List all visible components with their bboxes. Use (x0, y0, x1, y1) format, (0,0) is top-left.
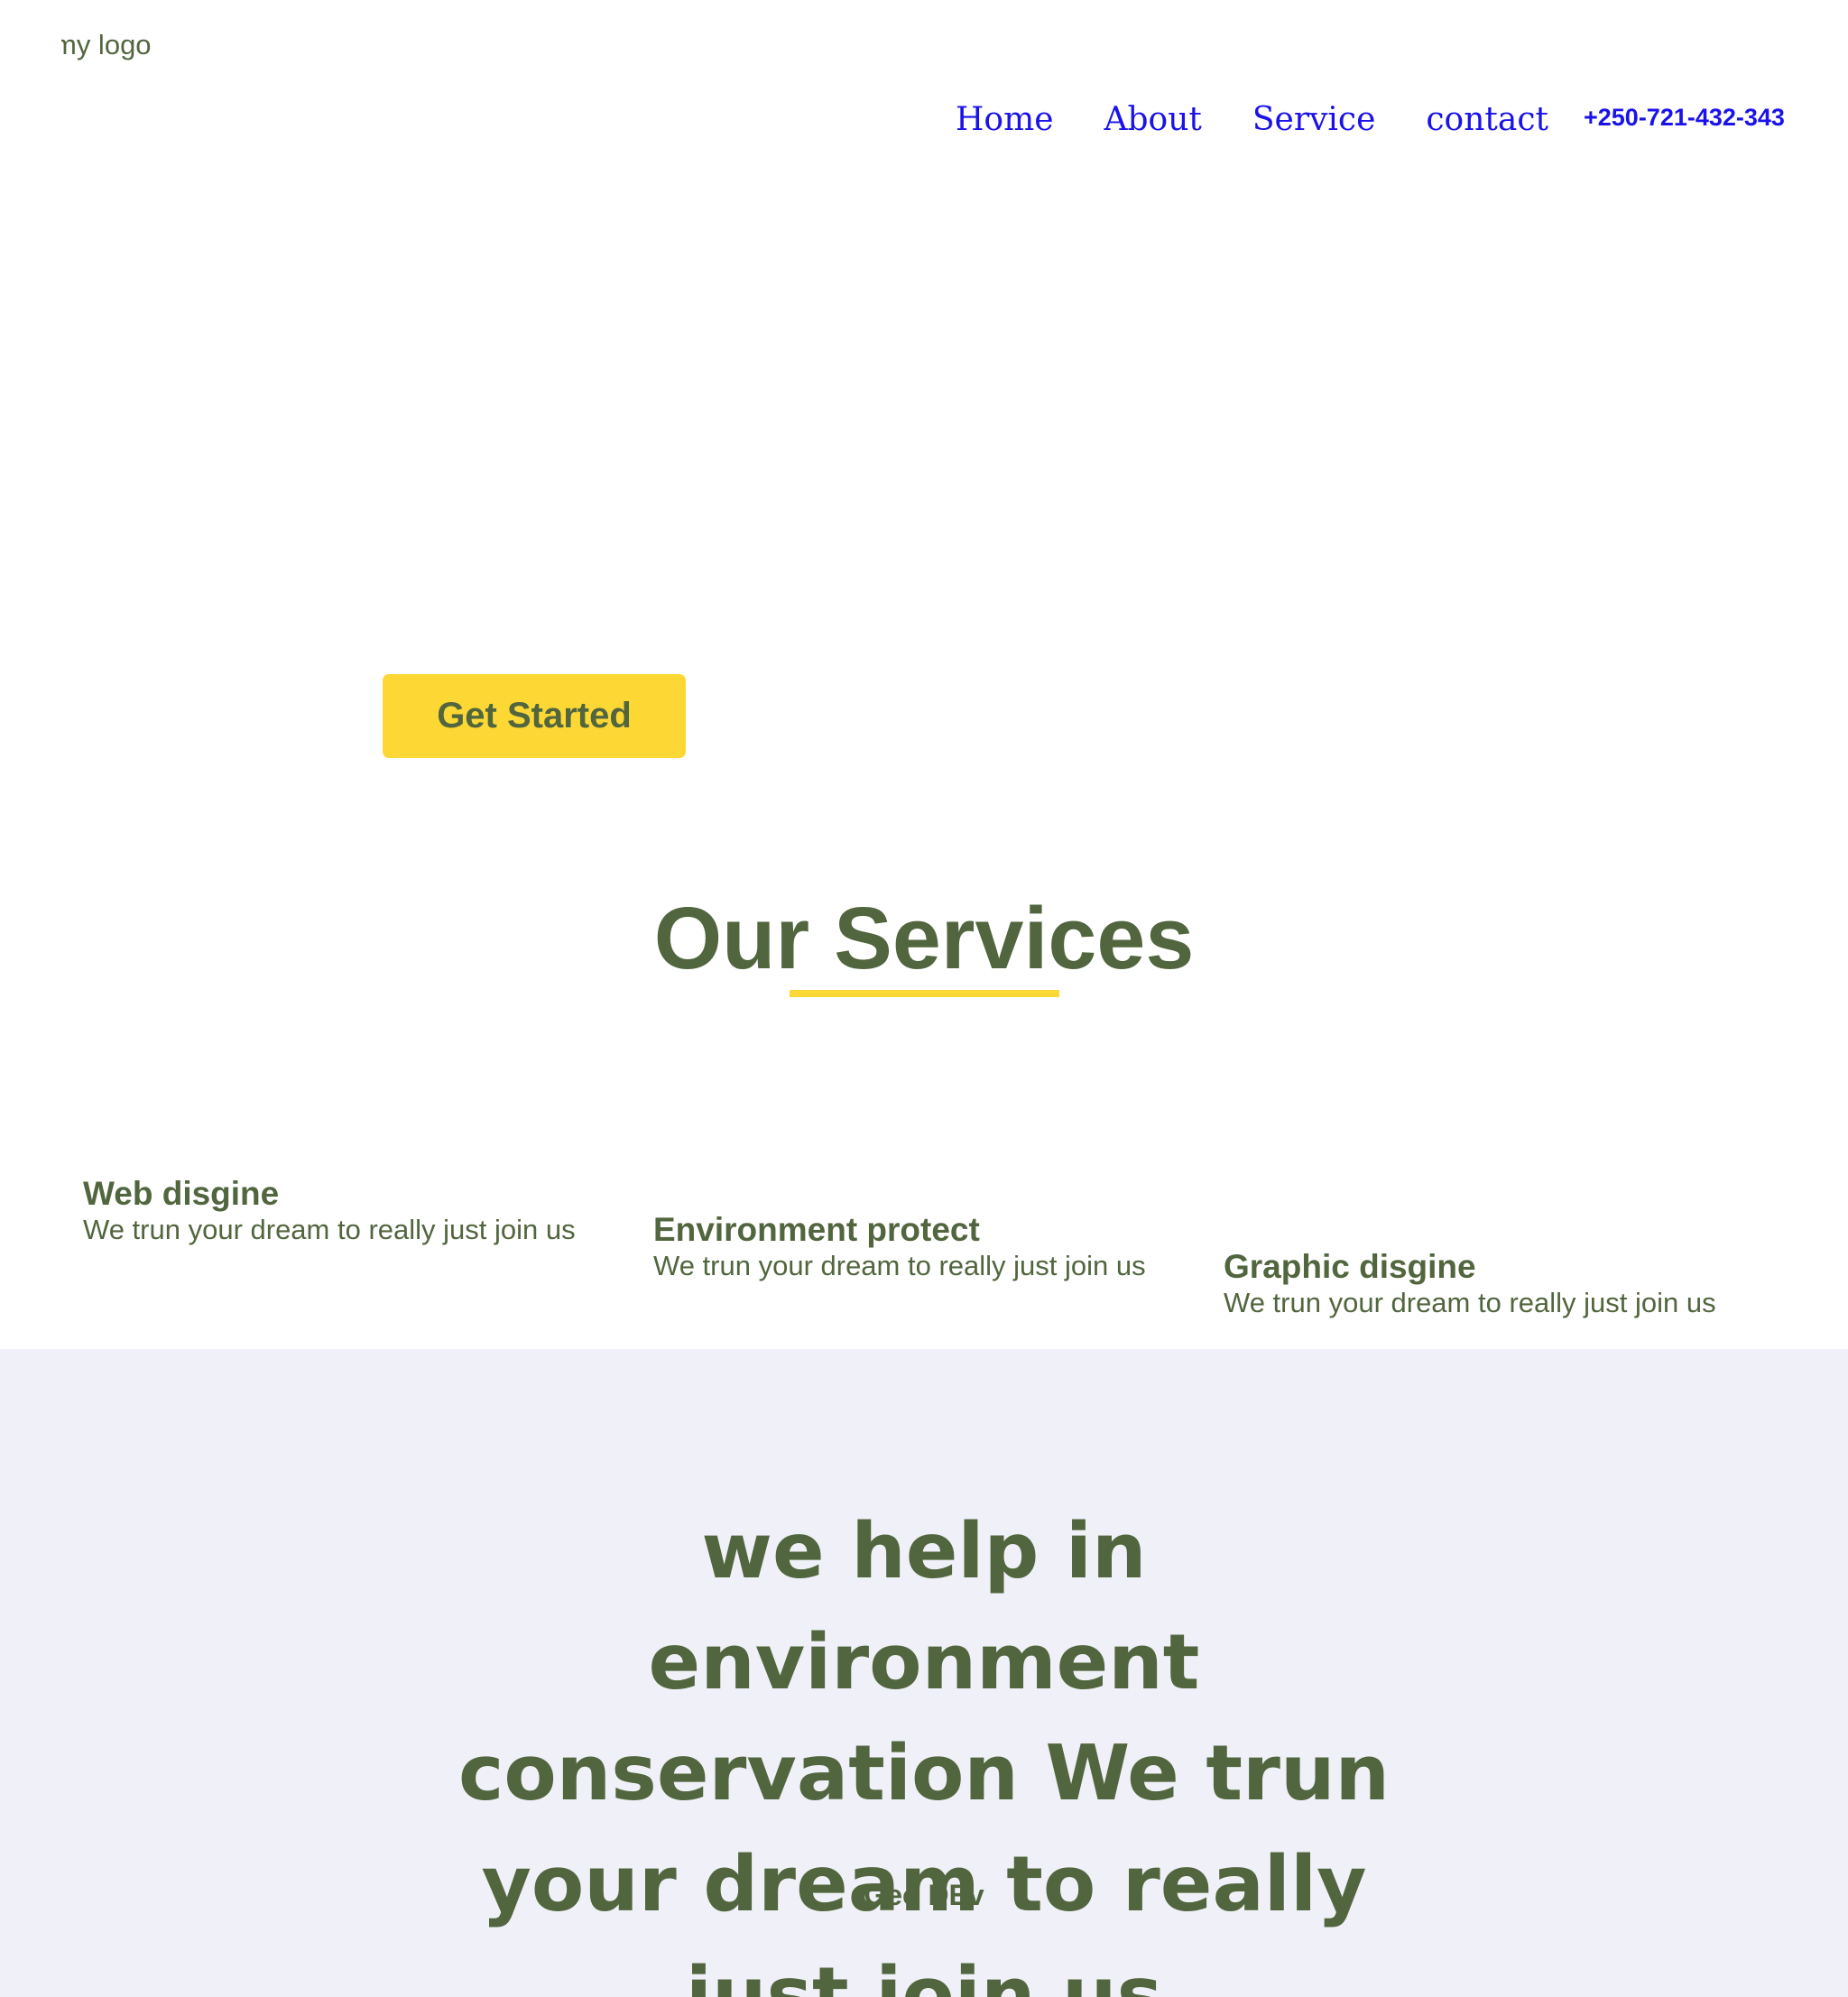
phone-number[interactable]: +250-721-432-343 (1584, 104, 1785, 132)
signature: Geo DEv (864, 1879, 984, 1911)
main-nav: Home About Service contact (956, 97, 1548, 143)
logo-text: my logo (53, 29, 152, 60)
get-started-button[interactable]: Get Started (383, 674, 686, 758)
logo[interactable]: my logo (53, 27, 189, 63)
logo-clip (53, 27, 61, 63)
service-title: Web disgine (83, 1175, 280, 1212)
service-card-web-design: Web disgine We trun your dream to really… (83, 1175, 576, 1247)
title-underline (790, 990, 1059, 997)
nav-contact[interactable]: contact (1426, 97, 1548, 143)
nav-home[interactable]: Home (956, 97, 1054, 143)
services-title: Our Services (653, 889, 1195, 987)
service-description: We trun your dream to really just join u… (1224, 1287, 1716, 1318)
page: my logo Home About Service contact +250-… (0, 0, 1848, 1997)
service-description: We trun your dream to really just join u… (653, 1250, 1146, 1281)
service-card-environment-protect: Environment protect We trun your dream t… (653, 1211, 1146, 1283)
service-title: Graphic disgine (1224, 1248, 1476, 1285)
service-description: We trun your dream to really just join u… (83, 1214, 576, 1245)
nav-about[interactable]: About (1104, 97, 1202, 143)
service-card-graphic-design: Graphic disgine We trun your dream to re… (1224, 1248, 1716, 1320)
mission-text: we help in environment conservation We t… (457, 1507, 1391, 1997)
nav-service[interactable]: Service (1252, 97, 1376, 143)
service-title: Environment protect (653, 1211, 980, 1248)
